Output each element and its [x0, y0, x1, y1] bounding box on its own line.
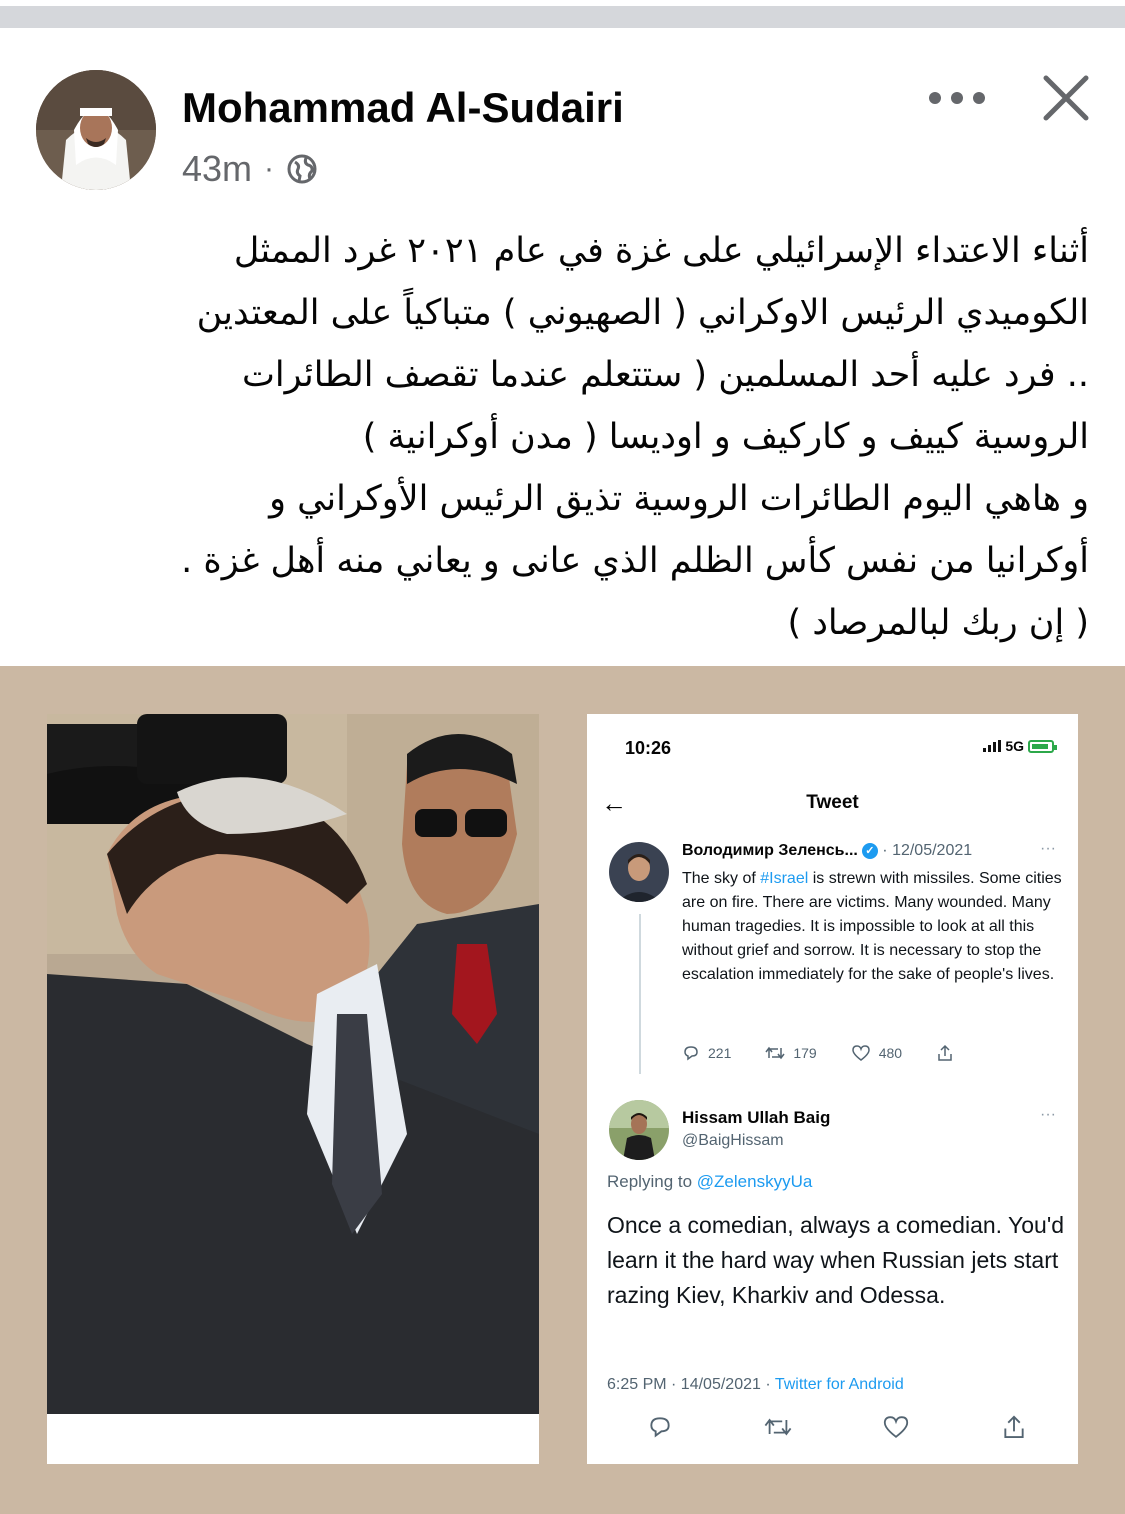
retweet-count: 179	[793, 1045, 817, 1061]
retweet-icon	[765, 1046, 785, 1060]
tweet1-text: The sky of #Israel is strewn with missil…	[682, 867, 1062, 987]
replying-to-link[interactable]: @ZelenskyyUa	[697, 1172, 813, 1191]
retweet-icon[interactable]	[764, 1414, 792, 1440]
heart-icon[interactable]	[882, 1414, 910, 1440]
tweet2-source[interactable]: Twitter for Android	[775, 1376, 904, 1393]
share-icon[interactable]	[1001, 1414, 1027, 1440]
tweet2-more-icon[interactable]: ···	[1040, 1106, 1056, 1124]
reply-button[interactable]: 221	[682, 1044, 731, 1062]
tweet1-author-name: Володимир Зеленсь...	[682, 842, 858, 859]
more-dots-icon	[929, 92, 985, 104]
author-avatar[interactable]	[36, 70, 156, 190]
replying-to: Replying to @ZelenskyyUa	[607, 1172, 812, 1192]
network-label: 5G	[1005, 738, 1024, 754]
status-time: 10:26	[625, 738, 672, 758]
tweet2-timestamp: 6:25 PM · 14/05/2021 ·	[607, 1376, 775, 1393]
facebook-post: Mohammad Al-Sudairi 43m · أثناء الاعتداء…	[0, 30, 1125, 1514]
thread-line	[639, 914, 641, 1074]
verified-icon: ✓	[861, 842, 878, 859]
retweet-button[interactable]: 179	[765, 1044, 817, 1062]
globe-icon	[287, 154, 317, 184]
share-button[interactable]	[936, 1044, 954, 1062]
reply-icon[interactable]	[647, 1414, 673, 1440]
tweet2-handle[interactable]: @BaigHissam	[682, 1132, 784, 1150]
tweet2-avatar[interactable]	[609, 1100, 669, 1160]
replying-label: Replying to	[607, 1172, 697, 1191]
tweet1-actions: 221 179 480	[682, 1044, 954, 1062]
more-options-button[interactable]	[920, 78, 994, 118]
tweet-header: Tweet	[806, 792, 859, 813]
tweet-screenshot[interactable]: 10:26 5G ← Tweet Володимир Зеленсь... ✓ ·…	[587, 714, 1078, 1464]
heart-icon	[851, 1045, 870, 1061]
post-time[interactable]: 43m	[182, 148, 252, 190]
people-photo-icon	[47, 714, 539, 1414]
signal-icon	[983, 740, 1002, 752]
tweet2-actions	[647, 1414, 1027, 1440]
like-count: 480	[878, 1045, 903, 1061]
user-avatar-icon	[609, 1100, 669, 1160]
status-indicators: 5G	[983, 738, 1057, 754]
user-avatar-icon	[609, 842, 669, 902]
battery-icon	[1028, 739, 1057, 753]
close-icon	[1043, 75, 1089, 121]
close-button[interactable]	[1036, 68, 1096, 128]
tweet1-date: · 12/05/2021	[877, 842, 973, 859]
reply-count: 221	[708, 1045, 732, 1061]
author-name[interactable]: Mohammad Al-Sudairi	[182, 84, 624, 132]
hashtag-link[interactable]: #Israel	[760, 870, 808, 887]
tweet2-text: Once a comedian, always a comedian. You'…	[607, 1212, 1065, 1308]
top-separator	[0, 0, 1125, 30]
post-text: أثناء الاعتداء الإسرائيلي على غزة في عام…	[181, 231, 1089, 643]
share-icon	[938, 1044, 952, 1061]
tweet1-text-start: The sky of	[682, 870, 761, 887]
tweet2-meta: 6:25 PM · 14/05/2021 · Twitter for Andro…	[607, 1376, 904, 1394]
reply-icon	[684, 1046, 698, 1061]
tweet2-author-name[interactable]: Hissam Ullah Baig	[682, 1108, 830, 1128]
tweet1-avatar[interactable]	[609, 842, 669, 902]
tweet1-author[interactable]: Володимир Зеленсь... ✓ · 12/05/2021	[682, 842, 972, 860]
meta-separator: ·	[264, 152, 275, 185]
like-button[interactable]: 480	[851, 1044, 902, 1062]
avatar-photo-icon	[36, 70, 156, 190]
post-meta: 43m ·	[182, 148, 318, 190]
tweet1-more-icon[interactable]: ···	[1040, 840, 1056, 858]
photo-left[interactable]	[47, 714, 539, 1464]
post-media[interactable]: 10:26 5G ← Tweet Володимир Зеленсь... ✓ ·…	[0, 666, 1125, 1514]
